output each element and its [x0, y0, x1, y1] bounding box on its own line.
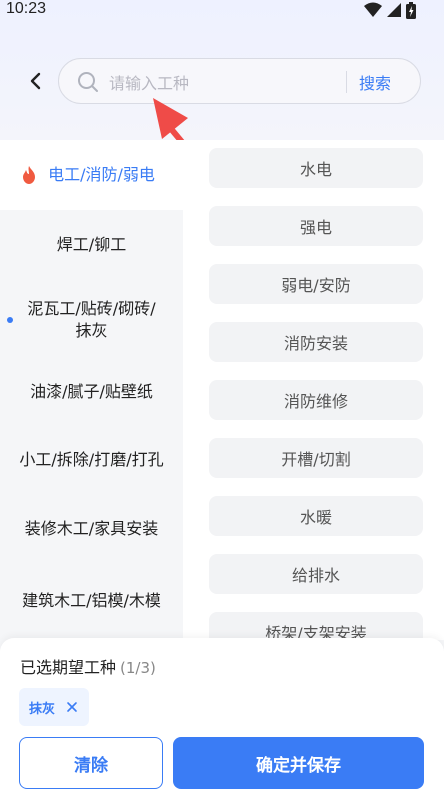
sidebar-item-label: 小工/拆除/打磨/打孔 — [19, 450, 164, 469]
search-icon — [78, 72, 98, 92]
sidebar-item-label: 泥瓦工/贴砖/砌砖/ 抹灰 — [27, 299, 156, 340]
job-chip[interactable]: 强电 — [209, 206, 423, 246]
sidebar-item-painter[interactable]: 油漆/腻子/贴壁纸 — [0, 360, 183, 424]
flame-icon — [23, 166, 36, 184]
job-chip[interactable]: 弱电/安防 — [209, 264, 423, 304]
job-type-list: 水电 强电 弱电/安防 消防安装 消防维修 开槽/切割 水暖 给排水 桥架/支架… — [183, 140, 444, 640]
job-chip[interactable]: 给排水 — [209, 554, 423, 594]
category-sidebar: 电工/消防/弱电 焊工/铆工 泥瓦工/贴砖/砌砖/ 抹灰 油漆/腻子/贴壁纸 小… — [0, 140, 183, 640]
sidebar-item-electrician[interactable]: 电工/消防/弱电 — [0, 140, 183, 210]
search-bar[interactable]: 搜索 — [58, 58, 421, 104]
job-chip[interactable]: 开槽/切割 — [209, 438, 423, 478]
sidebar-item-label: 焊工/铆工 — [56, 235, 127, 254]
clear-button[interactable]: 清除 — [19, 737, 163, 789]
job-chip-label: 水暖 — [299, 508, 332, 527]
selection-title: 已选期望工种 — [20, 658, 117, 677]
confirm-save-button[interactable]: 确定并保存 — [173, 737, 424, 789]
job-chip[interactable]: 消防维修 — [209, 380, 423, 420]
selection-header: 已选期望工种 (1/3) — [20, 654, 156, 678]
job-chip[interactable]: 水电 — [209, 148, 423, 188]
search-divider — [346, 71, 347, 93]
selection-count: (1/3) — [120, 659, 156, 677]
sidebar-item-carpenter[interactable]: 装修木工/家具安装 — [0, 496, 183, 562]
job-chip-label: 弱电/安防 — [281, 276, 351, 295]
selected-tag: 抹灰 — [19, 688, 89, 726]
search-input[interactable] — [107, 69, 341, 97]
wifi-icon — [364, 2, 382, 17]
sidebar-item-label: 电工/消防/弱电 — [48, 165, 155, 184]
close-icon[interactable] — [65, 700, 79, 714]
status-time: 10:23 — [6, 0, 47, 17]
job-chip-label: 给排水 — [291, 566, 340, 585]
signal-icon — [387, 3, 401, 17]
sidebar-item-welder[interactable]: 焊工/铆工 — [0, 210, 183, 280]
battery-icon — [406, 1, 416, 19]
job-chip-label: 强电 — [299, 218, 332, 237]
job-chip[interactable]: 消防安装 — [209, 322, 423, 362]
search-button[interactable]: 搜索 — [359, 70, 391, 94]
job-chip[interactable]: 桥架/支架安装 — [209, 612, 423, 640]
sidebar-item-label: 油漆/腻子/贴壁纸 — [30, 382, 153, 401]
status-bar: 10:23 — [0, 0, 444, 22]
job-chip-label: 开槽/切割 — [281, 450, 351, 469]
selected-indicator-dot — [7, 317, 13, 323]
status-icons — [364, 1, 416, 19]
job-chip-label: 水电 — [299, 160, 332, 179]
sidebar-item-label: 建筑木工/铝模/木模 — [22, 591, 161, 610]
sidebar-item-laborer[interactable]: 小工/拆除/打磨/打孔 — [0, 424, 183, 496]
sidebar-item-label: 装修木工/家具安装 — [24, 519, 159, 538]
job-chip-label: 消防安装 — [283, 334, 348, 353]
job-chip-label: 消防维修 — [283, 392, 348, 411]
selection-panel: 已选期望工种 (1/3) 抹灰 清除 确定并保存 — [0, 638, 444, 795]
chevron-left-icon — [30, 72, 41, 90]
sidebar-item-mason[interactable]: 泥瓦工/贴砖/砌砖/ 抹灰 — [0, 280, 183, 360]
job-chip[interactable]: 水暖 — [209, 496, 423, 536]
sidebar-item-formwork[interactable]: 建筑木工/铝模/木模 — [0, 562, 183, 640]
back-button[interactable] — [20, 66, 50, 96]
job-chip-label: 桥架/支架安装 — [265, 624, 367, 640]
selected-tag-label: 抹灰 — [29, 701, 56, 717]
